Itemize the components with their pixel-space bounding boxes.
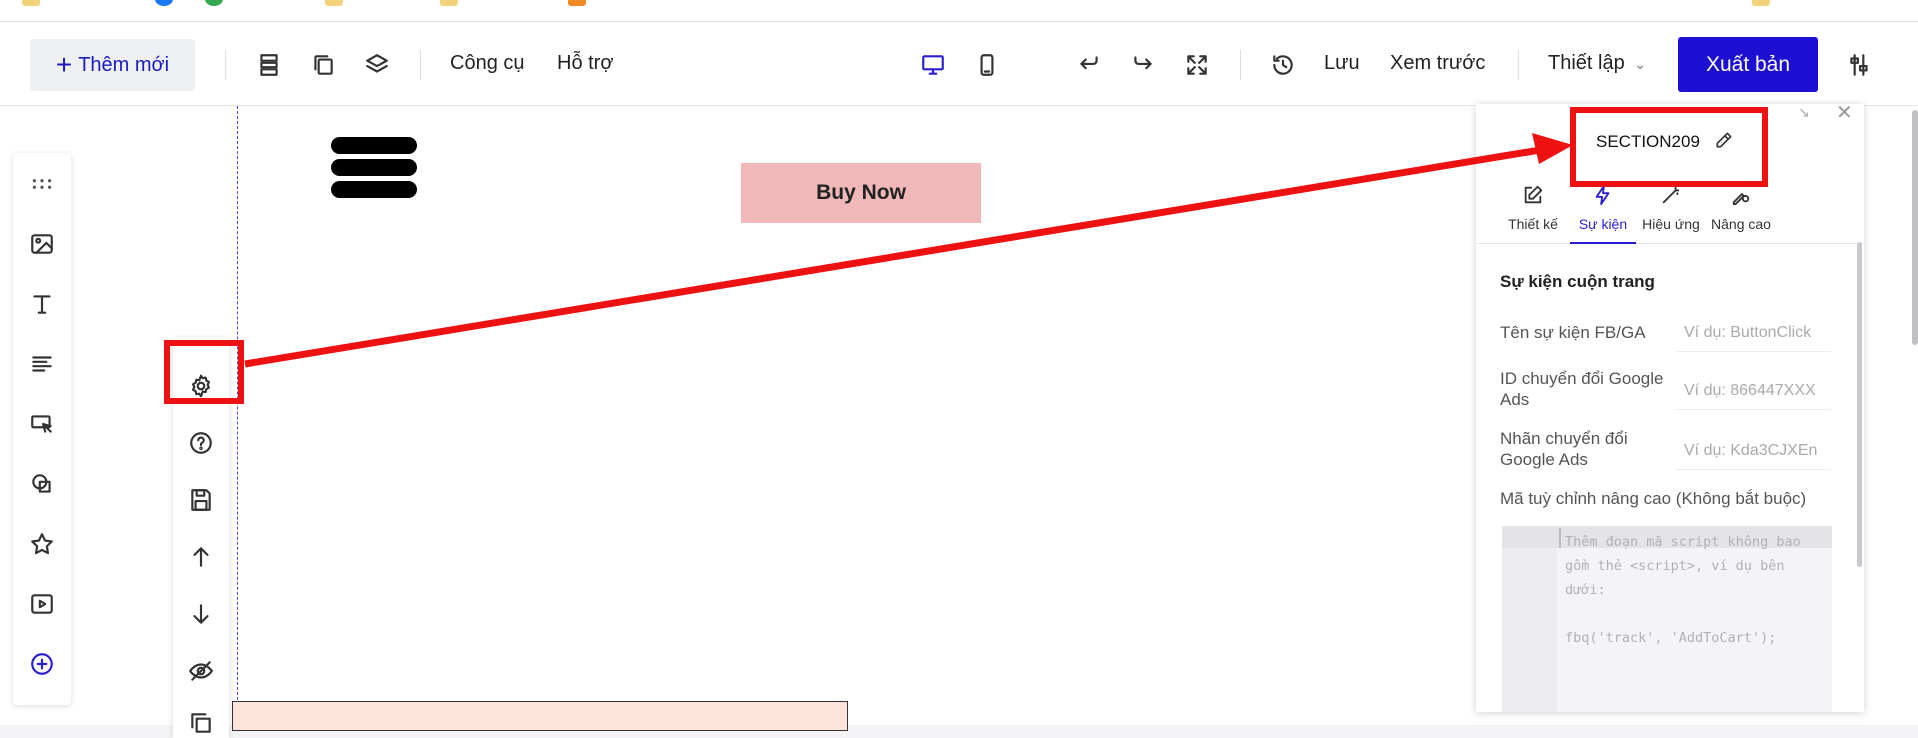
redo-icon[interactable]	[1128, 50, 1158, 80]
text-icon[interactable]	[27, 289, 57, 319]
star-icon[interactable]	[27, 529, 57, 559]
help-icon[interactable]	[186, 428, 216, 458]
magic-wand-icon	[1638, 174, 1704, 206]
tab-label: Sự kiện	[1578, 216, 1628, 232]
properties-panel: ↘ ✕ SECTION209 Thiết kế Sự kiện Hiệu ứng…	[1476, 104, 1864, 712]
google-ads-label-input[interactable]: Ví dụ: Kda3CJXEn	[1676, 434, 1831, 470]
add-new-label: Thêm mới	[78, 53, 170, 76]
fb-ga-event-label: Tên sự kiện FB/GA	[1500, 323, 1646, 342]
add-new-button[interactable]: + Thêm mới	[30, 39, 195, 91]
guide-line	[237, 106, 238, 725]
code-placeholder: Thêm đoạn mã script không bao gồm thẻ <s…	[1565, 534, 1801, 646]
lightning-icon	[1570, 174, 1636, 206]
bookmark-folder-icon[interactable]	[22, 0, 40, 6]
google-ads-id-label: ID chuyển đổi Google Ads	[1500, 369, 1664, 409]
tab-events[interactable]: Sự kiện	[1570, 174, 1636, 244]
support-menu[interactable]: Hỗ trợ	[557, 52, 613, 75]
section-name: SECTION209	[1596, 132, 1700, 151]
image-icon[interactable]	[27, 229, 57, 259]
bookmark-folder-icon[interactable]	[325, 0, 343, 6]
publish-button[interactable]: Xuất bản	[1678, 37, 1818, 92]
code-gutter	[1502, 526, 1832, 712]
settings-dropdown[interactable]: Thiết lập ⌄	[1548, 52, 1646, 75]
gear-pen-icon	[1708, 174, 1774, 206]
drag-handle-icon[interactable]	[27, 169, 57, 199]
tab-label: Thiết kế	[1508, 216, 1558, 232]
editor-toolbar: + Thêm mới Công cụ Hỗ trợ Lưu Xem trước …	[0, 22, 1918, 106]
google-ads-id-input[interactable]: Ví dụ: 866447XXX	[1676, 374, 1831, 410]
shape-icon[interactable]	[27, 469, 57, 499]
hide-icon[interactable]	[186, 656, 216, 686]
history-icon[interactable]	[1268, 50, 1298, 80]
bookmark-folder-icon[interactable]	[1752, 0, 1770, 6]
move-up-icon[interactable]	[186, 542, 216, 572]
layers-icon[interactable]	[362, 50, 392, 80]
panel-tabs: Thiết kế Sự kiện Hiệu ứng Nâng cao	[1476, 174, 1864, 244]
divider	[1240, 50, 1241, 80]
panel-scrollbar[interactable]	[1857, 242, 1862, 567]
tab-design[interactable]: Thiết kế	[1500, 174, 1566, 244]
adjust-settings-icon[interactable]	[1844, 50, 1874, 80]
pages-icon[interactable]	[308, 50, 338, 80]
paragraph-icon[interactable]	[27, 349, 57, 379]
gear-icon[interactable]	[186, 371, 216, 401]
bookmark-folder-icon[interactable]	[440, 0, 458, 6]
scroll-event-heading: Sự kiện cuộn trang	[1500, 272, 1655, 291]
fb-ga-event-input[interactable]: Ví dụ: ButtonClick	[1676, 316, 1831, 352]
google-icon[interactable]	[205, 0, 223, 6]
desktop-view-icon[interactable]	[918, 50, 948, 80]
google-ads-label-label: Nhãn chuyển đổi Google Ads	[1500, 429, 1628, 469]
divider	[420, 50, 421, 80]
divider	[225, 50, 226, 80]
bookmark-app-icon[interactable]	[568, 0, 586, 6]
tab-effects[interactable]: Hiệu ứng	[1638, 174, 1704, 244]
collapse-icon[interactable]: ↘	[1798, 104, 1818, 120]
tab-label: Hiệu ứng	[1642, 216, 1700, 232]
facebook-icon[interactable]	[155, 0, 173, 6]
divider	[1518, 50, 1519, 80]
chevron-down-icon: ⌄	[1634, 56, 1647, 72]
cursor	[1559, 528, 1561, 548]
edit-name-icon[interactable]	[1714, 130, 1734, 155]
sections-icon[interactable]	[254, 50, 284, 80]
save-button[interactable]: Lưu	[1324, 52, 1360, 75]
fullscreen-icon[interactable]	[1182, 50, 1212, 80]
custom-code-label: Mã tuỳ chỉnh nâng cao (Không bắt buộc)	[1500, 489, 1807, 508]
buy-now-button[interactable]: Buy Now	[741, 163, 981, 223]
section-toolbar	[173, 338, 229, 738]
duplicate-icon[interactable]	[186, 708, 216, 738]
add-element-icon[interactable]	[27, 649, 57, 679]
move-down-icon[interactable]	[186, 599, 216, 629]
tools-menu[interactable]: Công cụ	[450, 52, 525, 75]
element-toolbar	[13, 153, 71, 705]
mobile-view-icon[interactable]	[972, 50, 1002, 80]
video-icon[interactable]	[27, 589, 57, 619]
edit-icon	[1500, 174, 1566, 206]
preview-button[interactable]: Xem trước	[1390, 52, 1485, 75]
save-icon[interactable]	[186, 485, 216, 515]
menu-icon[interactable]	[331, 137, 417, 203]
page-scrollbar[interactable]	[1912, 110, 1918, 345]
plus-icon: +	[55, 49, 73, 80]
content-block[interactable]	[232, 701, 848, 731]
settings-label: Thiết lập	[1548, 52, 1625, 74]
tab-label: Nâng cao	[1711, 216, 1771, 232]
tab-advanced[interactable]: Nâng cao	[1708, 174, 1774, 244]
close-icon[interactable]: ✕	[1836, 104, 1853, 125]
button-element-icon[interactable]	[27, 409, 57, 439]
bookmarks-bar	[0, 0, 1918, 22]
custom-code-editor[interactable]: Thêm đoạn mã script không bao gồm thẻ <s…	[1502, 526, 1832, 712]
undo-icon[interactable]	[1074, 50, 1104, 80]
